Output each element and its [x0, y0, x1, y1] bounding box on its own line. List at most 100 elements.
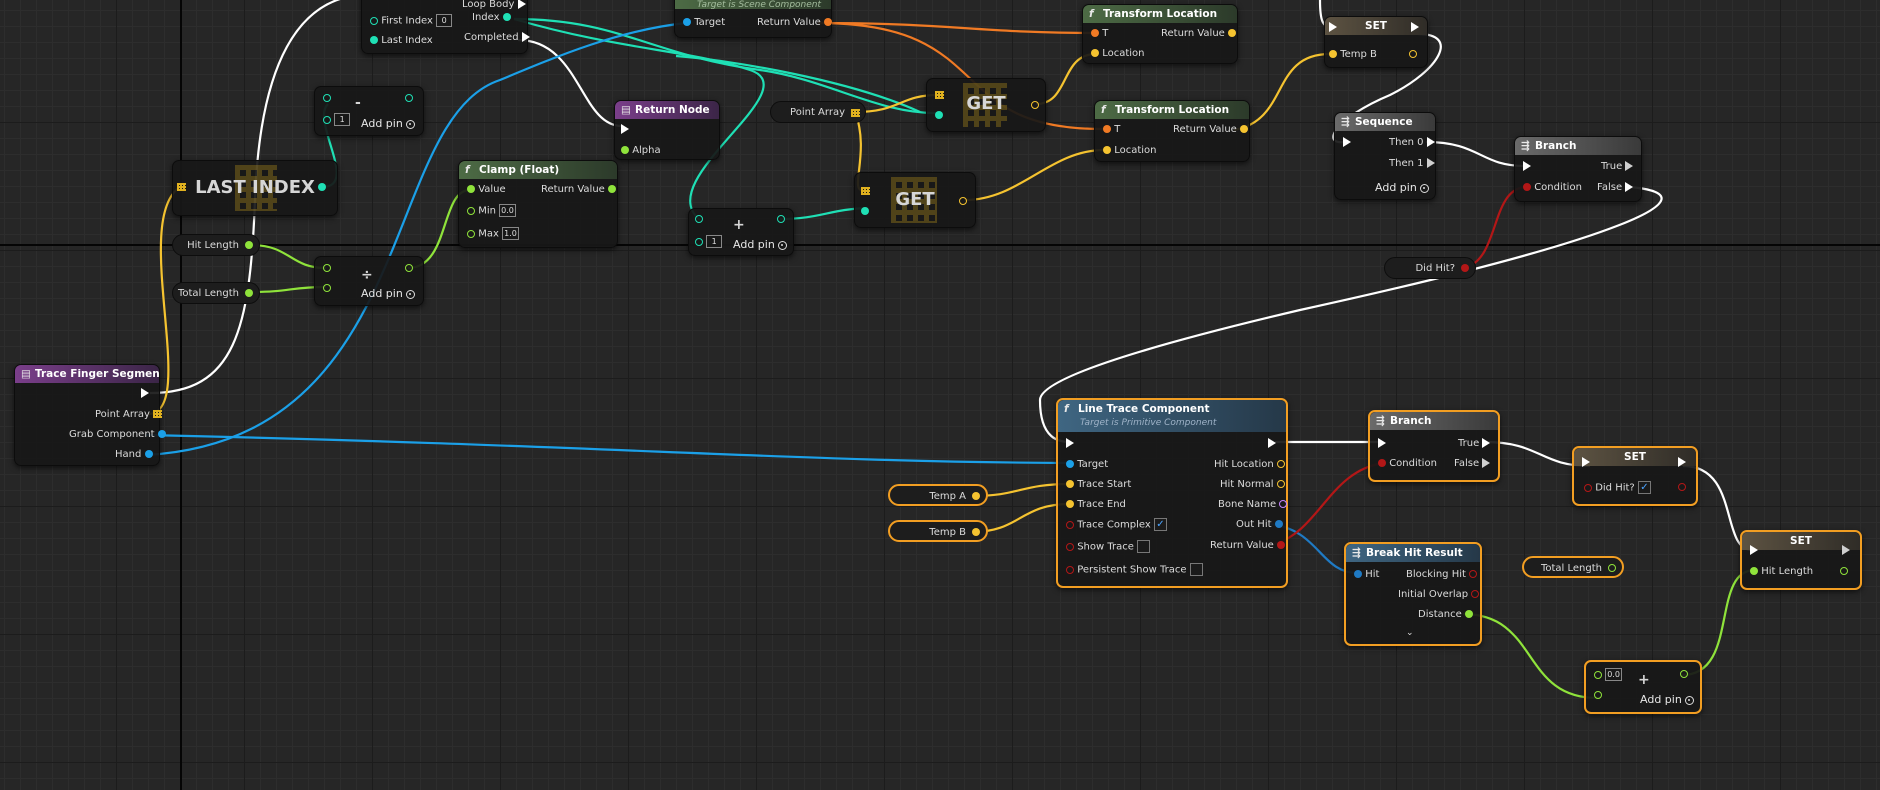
temp-b-variable[interactable]: Temp B	[888, 520, 988, 542]
last-index-pin[interactable]: Last Index	[370, 34, 433, 48]
array-in-pin[interactable]	[177, 181, 186, 195]
return-value-pin[interactable]: Return Value	[1210, 539, 1286, 553]
return-value-pin[interactable]: Return Value	[757, 16, 833, 30]
output-pin[interactable]	[1680, 668, 1688, 682]
input-b-value[interactable]: 1	[706, 235, 723, 248]
return-value-pin[interactable]: Return Value	[1161, 27, 1237, 41]
did-hit-checkbox-icon[interactable]: ✓	[1637, 481, 1651, 494]
index-out-pin[interactable]	[318, 181, 326, 195]
out-hit-pin[interactable]: Out Hit	[1236, 518, 1283, 532]
true-pin[interactable]: True	[1601, 160, 1634, 174]
exec-out-pin[interactable]	[1678, 456, 1686, 470]
did-hit-variable[interactable]: Did Hit?	[1384, 257, 1476, 279]
temp-a-variable[interactable]: Temp A	[888, 484, 988, 506]
grab-component-pin[interactable]: Grab Component	[69, 428, 166, 442]
false-pin[interactable]: False	[1597, 181, 1634, 195]
add-pin-button[interactable]: Add pin	[1640, 693, 1694, 706]
index-pin[interactable]: Index	[472, 11, 511, 25]
transform-location-node-2[interactable]: f Transform Location T Location Return Va…	[1094, 100, 1250, 162]
last-index-node[interactable]: LAST INDEX	[172, 160, 338, 216]
temp-b-pin[interactable]: Temp B	[1329, 48, 1377, 62]
trace-end-pin[interactable]: Trace End	[1066, 498, 1126, 512]
exec-in-pin[interactable]	[1066, 437, 1074, 451]
max-value[interactable]: 1.0	[502, 227, 519, 240]
did-hit-out-pin[interactable]	[1678, 481, 1686, 495]
for-loop-node[interactable]: Loop Body First Index 0 Index Last Index…	[361, 0, 530, 54]
add-pin-button[interactable]: Add pin	[1375, 181, 1429, 194]
get-array-node-1[interactable]: GET	[926, 78, 1046, 132]
completed-pin[interactable]: Completed	[464, 31, 530, 45]
first-index-pin[interactable]: First Index 0	[370, 14, 453, 28]
point-array-variable[interactable]: Point Array	[770, 101, 866, 123]
show-trace-checkbox-icon[interactable]	[1137, 540, 1151, 553]
hand-pin[interactable]: Hand	[115, 448, 153, 462]
output-pin[interactable]	[777, 213, 785, 227]
input-a-value[interactable]: 0.0	[1605, 668, 1622, 681]
location-pin[interactable]: Location	[1103, 144, 1156, 158]
input-b-pin[interactable]: 1	[323, 113, 351, 127]
array-in-pin[interactable]	[861, 185, 870, 199]
input-b-pin[interactable]	[323, 282, 331, 296]
min-pin[interactable]: Min 0.0	[467, 204, 516, 218]
input-b-pin[interactable]	[1594, 689, 1602, 703]
line-trace-component-node[interactable]: f Line Trace Component Target is Primitive…	[1056, 398, 1288, 588]
t-pin[interactable]: T	[1091, 27, 1108, 41]
add-pin-button[interactable]: Add pin	[361, 287, 415, 300]
clamp-float-node[interactable]: f Clamp (Float) Value Return Value Min 0.…	[458, 160, 618, 248]
total-length-variable[interactable]: Total Length	[172, 282, 260, 304]
max-pin[interactable]: Max 1.0	[467, 227, 519, 241]
target-pin[interactable]: Target	[683, 16, 725, 30]
branch-node-2[interactable]: ⇶ Branch True Condition False	[1368, 410, 1500, 482]
distance-pin[interactable]: Distance	[1418, 608, 1473, 622]
did-hit-pin[interactable]: Did Hit? ✓	[1584, 481, 1651, 495]
initial-overlap-pin[interactable]: Initial Overlap	[1398, 588, 1480, 602]
input-b-pin[interactable]: 1	[695, 235, 723, 249]
exec-out-pin[interactable]	[1268, 437, 1276, 451]
bone-name-pin[interactable]: Bone Name	[1218, 498, 1288, 512]
exec-in-pin[interactable]	[1582, 456, 1590, 470]
output-pin[interactable]	[405, 262, 413, 276]
add-pin-button[interactable]: Add pin	[733, 238, 787, 251]
persistent-checkbox-icon[interactable]	[1189, 563, 1203, 576]
set-hit-length-node[interactable]: SET Hit Length	[1740, 530, 1862, 590]
transform-location-node-1[interactable]: f Transform Location T Location Return Va…	[1082, 4, 1238, 64]
sequence-node[interactable]: ⇶ Sequence Then 0 Then 1 Add pin	[1334, 112, 1436, 200]
exec-out-pin[interactable]	[1842, 544, 1850, 558]
hit-length-pin[interactable]: Hit Length	[1750, 565, 1813, 579]
exec-out-pin[interactable]	[141, 387, 149, 401]
false-pin[interactable]: False	[1454, 457, 1491, 471]
condition-pin[interactable]: Condition	[1523, 181, 1582, 195]
exec-in-pin[interactable]	[1523, 160, 1531, 174]
hit-pin[interactable]: Hit	[1354, 568, 1379, 582]
item-out-pin[interactable]	[959, 195, 967, 209]
exec-in-pin[interactable]	[1343, 136, 1351, 150]
exec-out-pin[interactable]	[1411, 21, 1419, 35]
add-node-1[interactable]: + 1 Add pin	[688, 208, 794, 256]
return-value-pin[interactable]: Return Value	[1173, 123, 1249, 137]
then1-pin[interactable]: Then 1	[1389, 157, 1435, 171]
hit-normal-pin[interactable]: Hit Normal	[1220, 478, 1285, 492]
index-in-pin[interactable]	[935, 109, 943, 123]
persistent-show-trace-pin[interactable]: Persistent Show Trace	[1066, 563, 1203, 577]
alpha-pin[interactable]: Alpha	[621, 144, 661, 158]
exec-in-pin[interactable]	[1750, 544, 1758, 558]
input-a-pin[interactable]	[323, 262, 331, 276]
t-pin[interactable]: T	[1103, 123, 1120, 137]
hit-location-pin[interactable]: Hit Location	[1214, 458, 1285, 472]
blocking-hit-pin[interactable]: Blocking Hit	[1406, 568, 1478, 582]
input-a-pin[interactable]	[323, 92, 331, 106]
min-value[interactable]: 0.0	[499, 204, 516, 217]
get-transform-node[interactable]: Target is Scene Component Target Return …	[674, 0, 833, 38]
trace-complex-pin[interactable]: Trace Complex ✓	[1066, 518, 1167, 532]
add-pin-button[interactable]: Add pin	[361, 117, 415, 130]
point-array-pin[interactable]: Point Array	[95, 408, 163, 422]
trace-start-pin[interactable]: Trace Start	[1066, 478, 1131, 492]
input-b-value[interactable]: 1	[334, 113, 351, 126]
value-pin[interactable]: Value	[467, 183, 506, 197]
true-pin[interactable]: True	[1458, 437, 1491, 451]
expand-chevron-icon[interactable]: ⌄	[1406, 626, 1414, 640]
set-temp-b-node[interactable]: SET Temp B	[1324, 16, 1428, 68]
output-pin[interactable]	[405, 92, 413, 106]
set-did-hit-node[interactable]: SET Did Hit? ✓	[1572, 446, 1698, 506]
first-index-value[interactable]: 0	[436, 14, 453, 27]
